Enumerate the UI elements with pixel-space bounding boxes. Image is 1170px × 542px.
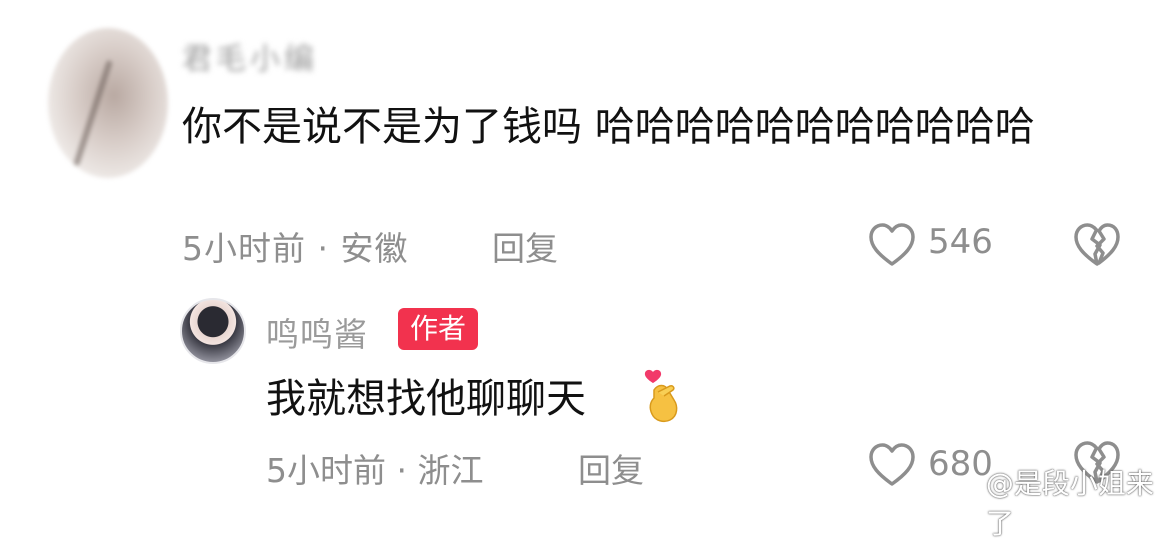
comment-text: 你不是说不是为了钱吗 哈哈哈哈哈哈哈哈哈哈哈: [182, 104, 1035, 150]
finger-heart-emoji-icon: [644, 369, 678, 423]
commenter-username[interactable]: 君毛小编: [182, 34, 318, 78]
dislike-broken-heart-icon[interactable]: [1072, 222, 1122, 268]
like-count: 546: [928, 222, 993, 262]
reply-button[interactable]: 回复: [492, 222, 558, 270]
author-badge: 作者: [398, 308, 479, 350]
reply-time-location: 5小时前 · 浙江: [266, 451, 484, 490]
weibo-watermark: @是段小姐来了: [948, 462, 1170, 542]
author-avatar[interactable]: [180, 298, 246, 364]
author-username[interactable]: 鸣鸣酱: [266, 308, 368, 356]
reply-comment-text: 我就想找他聊聊天: [266, 376, 586, 422]
like-heart-icon-2[interactable]: [868, 442, 916, 488]
comment-time-location: 5小时前 · 安徽: [182, 229, 409, 268]
reply-button-2[interactable]: 回复: [578, 444, 644, 492]
weibo-logo-icon: [948, 491, 979, 515]
watermark-text: @是段小姐来了: [985, 467, 1154, 540]
like-heart-icon[interactable]: [868, 222, 916, 268]
commenter-avatar[interactable]: [48, 28, 168, 178]
